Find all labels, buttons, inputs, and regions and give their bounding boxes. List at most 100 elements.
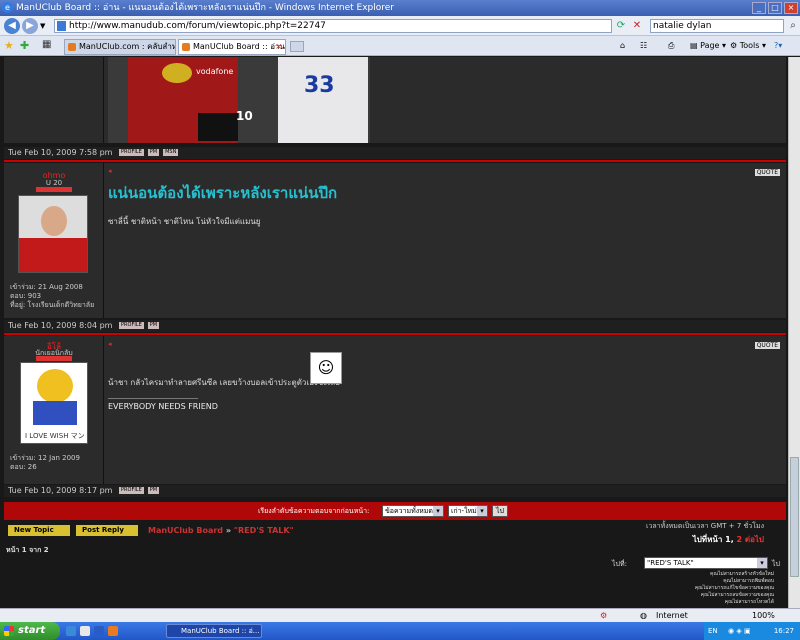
quick-tabs-icon[interactable]: ▦ [42, 39, 51, 50]
scrollbar-thumb[interactable] [790, 457, 799, 577]
address-input[interactable]: http://www.manudub.com/forum/viewtopic.p… [54, 19, 612, 33]
title-bar: e ManUClub Board :: อ่าน - แนนอนต้องได้เ… [0, 0, 800, 16]
jump-label: ไปที่: [612, 560, 627, 568]
ie-quicklaunch-icon[interactable] [66, 626, 76, 636]
post-divider [4, 333, 786, 335]
feeds-icon[interactable]: ☷ [640, 40, 647, 52]
quote-button[interactable]: QUOTE [754, 169, 780, 176]
permissions-list: คุณไม่สามารถสร้างหัวข้อใหม่ คุณไม่สามารถ… [694, 571, 774, 605]
breadcrumb: ManUClub Board » "RED'S TALK" [148, 526, 294, 535]
page-content: vodafone 10 33 Tue Feb 10, 2009 7:58 pm … [0, 57, 788, 608]
zone-label: Internet [656, 611, 688, 620]
page-2-link[interactable]: 2 [737, 535, 743, 544]
status-bar: ⚙ ◍ Internet 100% [0, 608, 800, 622]
chevron-down-icon: ▾ [433, 506, 443, 516]
avatar: I LOVE WISH マン [20, 362, 88, 444]
tab-manuclub-home[interactable]: ManUClub.com : คลับสำหรับแ... [64, 39, 176, 55]
tools-menu[interactable]: ⚙ Tools ▾ [730, 40, 766, 52]
desktop-quicklaunch-icon[interactable] [80, 626, 90, 636]
ie-logo-icon: e [2, 2, 13, 13]
post-footer: Tue Feb 10, 2009 8:04 pm PROFILE PM [4, 320, 786, 332]
post-reply-button[interactable]: Post Reply [76, 525, 138, 536]
post-marker-icon: ◂ [108, 167, 112, 175]
print-icon[interactable]: ⎙ [668, 40, 674, 52]
close-tab-icon[interactable]: × [275, 40, 282, 54]
help-icon[interactable]: ?▾ [774, 40, 782, 52]
vertical-scrollbar[interactable] [788, 57, 800, 608]
start-button[interactable]: start [0, 622, 60, 640]
profile-button[interactable]: PROFILE [119, 149, 144, 156]
zoom-control[interactable]: 100% [752, 609, 775, 622]
post-footer: Tue Feb 10, 2009 8:17 pm PROFILE PM [4, 485, 786, 497]
word-quicklaunch-icon[interactable] [94, 626, 104, 636]
ball-shape [162, 63, 192, 83]
post-body: น้าชา กลัวไครมาทำลายศรีนซีล เลยขว้างบอลเ… [108, 378, 340, 387]
firefox-quicklaunch-icon[interactable] [108, 626, 118, 636]
address-toolbar: ◀ ▶ ▼ http://www.manudub.com/forum/viewt… [0, 16, 800, 36]
clock: 16:27 [773, 627, 794, 635]
poster-rank: U 20 [45, 179, 63, 187]
maximize-button[interactable]: □ [768, 2, 782, 14]
post-image: vodafone 10 33 [108, 57, 370, 143]
post-previous: vodafone 10 33 [4, 57, 786, 143]
minimize-button[interactable]: _ [752, 2, 766, 14]
profile-button[interactable]: PROFILE [119, 322, 144, 329]
sort-bar: เรียงลำดับข้อความตอบจากก่อนหน้า: ข้อความ… [4, 502, 786, 520]
signature-divider [108, 398, 198, 399]
site-favicon-icon [182, 43, 190, 51]
sort-label: เรียงลำดับข้อความตอบจากก่อนหน้า: [258, 507, 370, 515]
page-count: หน้า 1 จาก 2 [6, 546, 49, 554]
pm-button[interactable]: PM [147, 487, 160, 494]
rank-bar [36, 356, 72, 361]
stop-icon[interactable]: ✕ [630, 19, 644, 33]
pm-button[interactable]: PM [147, 322, 160, 329]
sort-order-select[interactable]: เก่า-ใหม่ ▾ [448, 505, 488, 517]
post-title: แน่นอนต้องได้เพราะหลังเราแน่นปึก [108, 184, 338, 202]
msn-button[interactable]: MSN [163, 149, 179, 156]
jump-go-button[interactable]: ไป [772, 559, 780, 570]
close-button[interactable]: × [784, 2, 798, 14]
sort-go-button[interactable]: ไป [492, 505, 508, 517]
page-menu[interactable]: ▤ Page ▾ [690, 40, 726, 52]
taskbar: start ManUClub Board :: อ่... EN ◉ ◈ ▣ 1… [0, 622, 800, 640]
search-input[interactable]: natalie dylan [650, 19, 784, 33]
globe-icon: ◍ [640, 611, 647, 620]
timezone-note: เวลาทั้งหมดเป็นเวลา GMT + 7 ชั่วโมง [646, 522, 764, 530]
site-favicon-icon [68, 43, 76, 51]
search-icon[interactable]: ⌕ [786, 19, 800, 33]
breadcrumb-board-link[interactable]: ManUClub Board [148, 526, 223, 535]
tab-manuclub-board[interactable]: ManUClub Board :: อ่าน - ... × [178, 39, 286, 55]
home-icon[interactable]: ⌂ [620, 40, 625, 52]
chevron-down-icon: ▾ [477, 506, 487, 516]
post-marker-icon: ◂ [108, 340, 112, 348]
page-icon [57, 21, 66, 31]
quote-button[interactable]: QUOTE [754, 342, 780, 349]
sort-filter-select[interactable]: ข้อความทั้งหมด ▾ [382, 505, 444, 517]
history-dropdown-icon[interactable]: ▼ [40, 22, 45, 30]
jump-select[interactable]: "RED'S TALK" ▾ [644, 557, 768, 569]
new-tab-button[interactable] [290, 41, 304, 52]
system-tray: EN ◉ ◈ ▣ 16:27 [704, 622, 800, 640]
breadcrumb-forum-link[interactable]: "RED'S TALK" [234, 526, 294, 535]
pm-button[interactable]: PM [147, 149, 160, 156]
security-icon: ⚙ [600, 611, 608, 620]
windows-logo-icon [4, 626, 14, 636]
next-page-link[interactable]: ต่อไป [745, 535, 764, 544]
back-button[interactable]: ◀ [4, 18, 20, 34]
post-divider [4, 160, 786, 162]
taskbar-item-ie[interactable]: ManUClub Board :: อ่... [166, 624, 262, 638]
pagination: ไปที่หน้า 1, 2 ต่อไป [692, 535, 764, 544]
window-title: ManUClub Board :: อ่าน - แนนอนต้องได้เพร… [16, 3, 395, 13]
profile-button[interactable]: PROFILE [119, 487, 144, 494]
new-topic-button[interactable]: New Topic [8, 525, 70, 536]
favorites-star-icon[interactable]: ★ [4, 39, 14, 52]
post-ohmo: ohmo U 20 เข้าร่วม: 21 Aug 2008 ตอบ: 903… [4, 163, 786, 318]
browser-window: e ManUClub Board :: อ่าน - แนนอนต้องได้เ… [0, 0, 800, 640]
signature: EVERYBODY NEEDS FRIEND [108, 402, 218, 411]
forward-button[interactable]: ▶ [22, 18, 38, 34]
chevron-down-icon: ▾ [757, 558, 767, 568]
add-favorites-icon[interactable]: ✚ [20, 39, 29, 52]
refresh-icon[interactable]: ⟳ [614, 19, 628, 33]
tab-bar: ★ ✚ ▦ ManUClub.com : คลับสำหรับแ... ManU… [0, 36, 800, 56]
avatar [18, 195, 88, 273]
